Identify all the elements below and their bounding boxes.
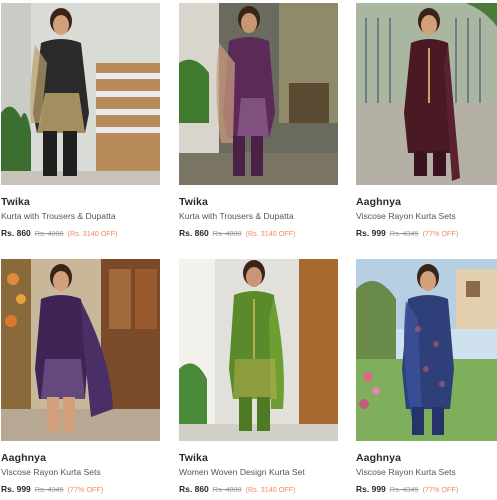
price-current: Rs. 999	[356, 484, 386, 494]
price-discount: (Rs. 3140 OFF)	[245, 229, 296, 238]
product-image[interactable]	[356, 3, 497, 185]
product-name: Kurta with Trousers & Dupatta	[179, 211, 294, 221]
product-brand: Twika	[179, 452, 208, 464]
price-mrp: Rs. 4000	[212, 229, 242, 238]
product-card[interactable]: Aaghnya Viscose Rayon Kurta Sets Rs. 999…	[356, 259, 497, 494]
price-mrp: Rs. 4000	[212, 485, 242, 494]
product-card[interactable]: Twika Women Woven Design Kurta Set Rs. 8…	[179, 259, 342, 494]
product-card[interactable]: Aaghnya Viscose Rayon Kurta Sets Rs. 999…	[1, 259, 164, 494]
product-brand: Aaghnya	[356, 452, 402, 464]
product-image[interactable]	[1, 259, 160, 441]
product-price-row: Rs. 999 Rs. 4345 (77% OFF)	[356, 228, 497, 238]
price-mrp: Rs. 4345	[34, 485, 64, 494]
product-name: Women Woven Design Kurta Set	[179, 467, 305, 477]
product-name: Viscose Rayon Kurta Sets	[356, 211, 456, 221]
price-mrp: Rs. 4345	[389, 485, 419, 494]
product-price-row: Rs. 999 Rs. 4345 (77% OFF)	[1, 484, 164, 494]
price-discount: (77% OFF)	[422, 485, 459, 494]
product-brand: Aaghnya	[356, 196, 402, 208]
price-mrp: Rs. 4345	[389, 229, 419, 238]
product-card[interactable]: Twika Kurta with Trousers & Dupatta Rs. …	[179, 3, 342, 238]
product-brand: Twika	[179, 196, 208, 208]
price-discount: (Rs. 3140 OFF)	[67, 229, 118, 238]
price-current: Rs. 860	[1, 228, 31, 238]
product-price-row: Rs. 860 Rs. 4000 (Rs. 3140 OFF)	[179, 228, 342, 238]
product-card[interactable]: Twika Kurta with Trousers & Dupatta Rs. …	[1, 3, 164, 238]
price-discount: (77% OFF)	[67, 485, 104, 494]
product-grid: Twika Kurta with Trousers & Dupatta Rs. …	[0, 0, 497, 500]
price-discount: (Rs. 3140 OFF)	[245, 485, 296, 494]
product-price-row: Rs. 999 Rs. 4345 (77% OFF)	[356, 484, 497, 494]
product-price-row: Rs. 860 Rs. 4000 (Rs. 3140 OFF)	[1, 228, 164, 238]
product-image[interactable]	[179, 3, 338, 185]
product-image[interactable]	[179, 259, 338, 441]
price-current: Rs. 999	[356, 228, 386, 238]
price-current: Rs. 999	[1, 484, 31, 494]
price-discount: (77% OFF)	[422, 229, 459, 238]
product-image[interactable]	[356, 259, 497, 441]
price-mrp: Rs. 4000	[34, 229, 64, 238]
product-name: Kurta with Trousers & Dupatta	[1, 211, 116, 221]
product-price-row: Rs. 860 Rs. 4000 (Rs. 3140 OFF)	[179, 484, 342, 494]
product-brand: Twika	[1, 196, 30, 208]
product-image[interactable]	[1, 3, 160, 185]
product-name: Viscose Rayon Kurta Sets	[356, 467, 456, 477]
price-current: Rs. 860	[179, 484, 209, 494]
price-current: Rs. 860	[179, 228, 209, 238]
product-brand: Aaghnya	[1, 452, 47, 464]
product-card[interactable]: Aaghnya Viscose Rayon Kurta Sets Rs. 999…	[356, 3, 497, 238]
product-name: Viscose Rayon Kurta Sets	[1, 467, 101, 477]
